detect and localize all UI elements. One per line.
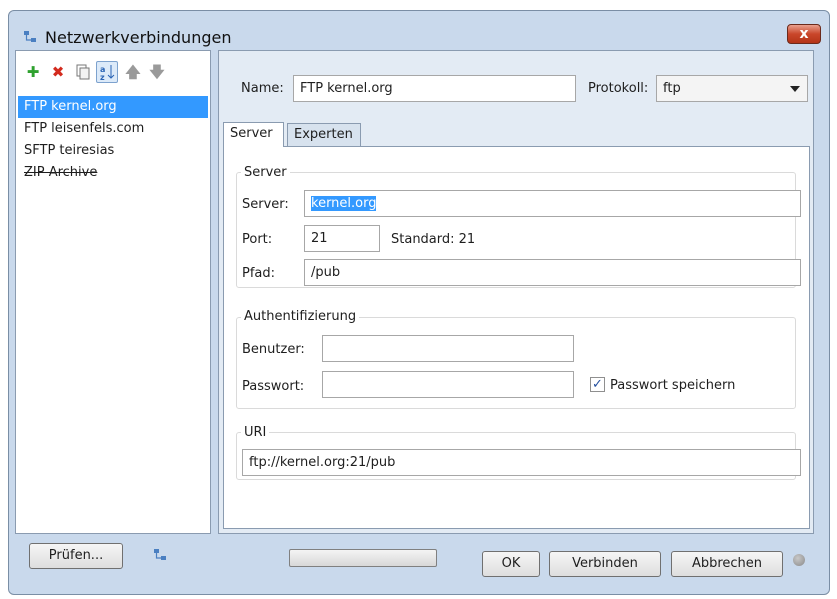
path-label: Pfad: <box>242 266 276 281</box>
password-label: Passwort: <box>242 379 305 394</box>
uri-group-title: URI <box>241 425 270 440</box>
close-icon: x <box>799 26 809 42</box>
server-value: kernel.org <box>311 196 377 211</box>
network-icon <box>154 549 166 560</box>
name-label: Name: <box>241 81 284 96</box>
connection-list-panel: ✚ ✖ az 🡅 🡇 FTP kernel.org FTP leisenfels… <box>15 50 211 534</box>
port-label: Port: <box>242 232 273 247</box>
user-label: Benutzer: <box>242 342 305 357</box>
connection-list: FTP kernel.org FTP leisenfels.com SFTP t… <box>18 96 208 184</box>
check-button[interactable]: Prüfen... <box>29 543 123 569</box>
status-indicator-icon <box>793 554 805 566</box>
move-down-icon[interactable]: 🡇 <box>146 61 168 83</box>
move-up-icon[interactable]: 🡅 <box>122 61 144 83</box>
server-label: Server: <box>242 197 289 212</box>
window-title: Netzwerkverbindungen <box>45 28 232 47</box>
protocol-select[interactable]: ftp <box>656 75 808 102</box>
connection-item-ftp-leisenfels[interactable]: FTP leisenfels.com <box>18 118 208 140</box>
save-password-label: Passwort speichern <box>610 378 736 393</box>
user-input[interactable] <box>322 335 574 362</box>
connect-button[interactable]: Verbinden <box>549 551 661 577</box>
copy-icon[interactable] <box>72 61 94 83</box>
uri-input[interactable]: ftp://kernel.org:21/pub <box>242 449 801 476</box>
password-input[interactable] <box>322 371 574 398</box>
sort-icon[interactable]: az <box>96 61 118 83</box>
progress-bar <box>289 549 437 567</box>
svg-text:z: z <box>100 73 105 82</box>
left-footer: Prüfen... <box>15 536 211 578</box>
tab-server[interactable]: Server <box>223 122 284 147</box>
server-group-title: Server <box>241 165 290 180</box>
add-icon[interactable]: ✚ <box>22 61 44 83</box>
close-button[interactable]: x <box>787 24 821 44</box>
cancel-button[interactable]: Abbrechen <box>671 551 783 577</box>
tab-experten[interactable]: Experten <box>287 123 361 147</box>
network-icon <box>24 31 36 42</box>
port-default-label: Standard: 21 <box>391 232 476 247</box>
checkmark-icon: ✓ <box>592 377 603 392</box>
protocol-label: Protokoll: <box>588 81 649 96</box>
auth-group-title: Authentifizierung <box>241 309 360 324</box>
protocol-value: ftp <box>663 81 681 96</box>
connection-item-zip-archive[interactable]: ZIP Archive <box>18 162 208 184</box>
chevron-down-icon <box>790 86 800 92</box>
delete-icon[interactable]: ✖ <box>47 61 69 83</box>
connection-details-panel: Name: FTP kernel.org Protokoll: ftp Serv… <box>218 50 814 534</box>
path-input[interactable]: /pub <box>304 259 801 286</box>
ok-button[interactable]: OK <box>482 551 540 577</box>
name-input[interactable]: FTP kernel.org <box>293 75 576 102</box>
save-password-checkbox[interactable]: ✓ <box>590 377 605 392</box>
server-input[interactable]: kernel.org <box>304 190 801 217</box>
tab-panel-server: Server Server: kernel.org Port: 21 Stand… <box>223 146 810 529</box>
connection-item-ftp-kernel[interactable]: FTP kernel.org <box>18 96 208 118</box>
port-input[interactable]: 21 <box>304 225 380 252</box>
connection-item-sftp-teiresias[interactable]: SFTP teiresias <box>18 140 208 162</box>
